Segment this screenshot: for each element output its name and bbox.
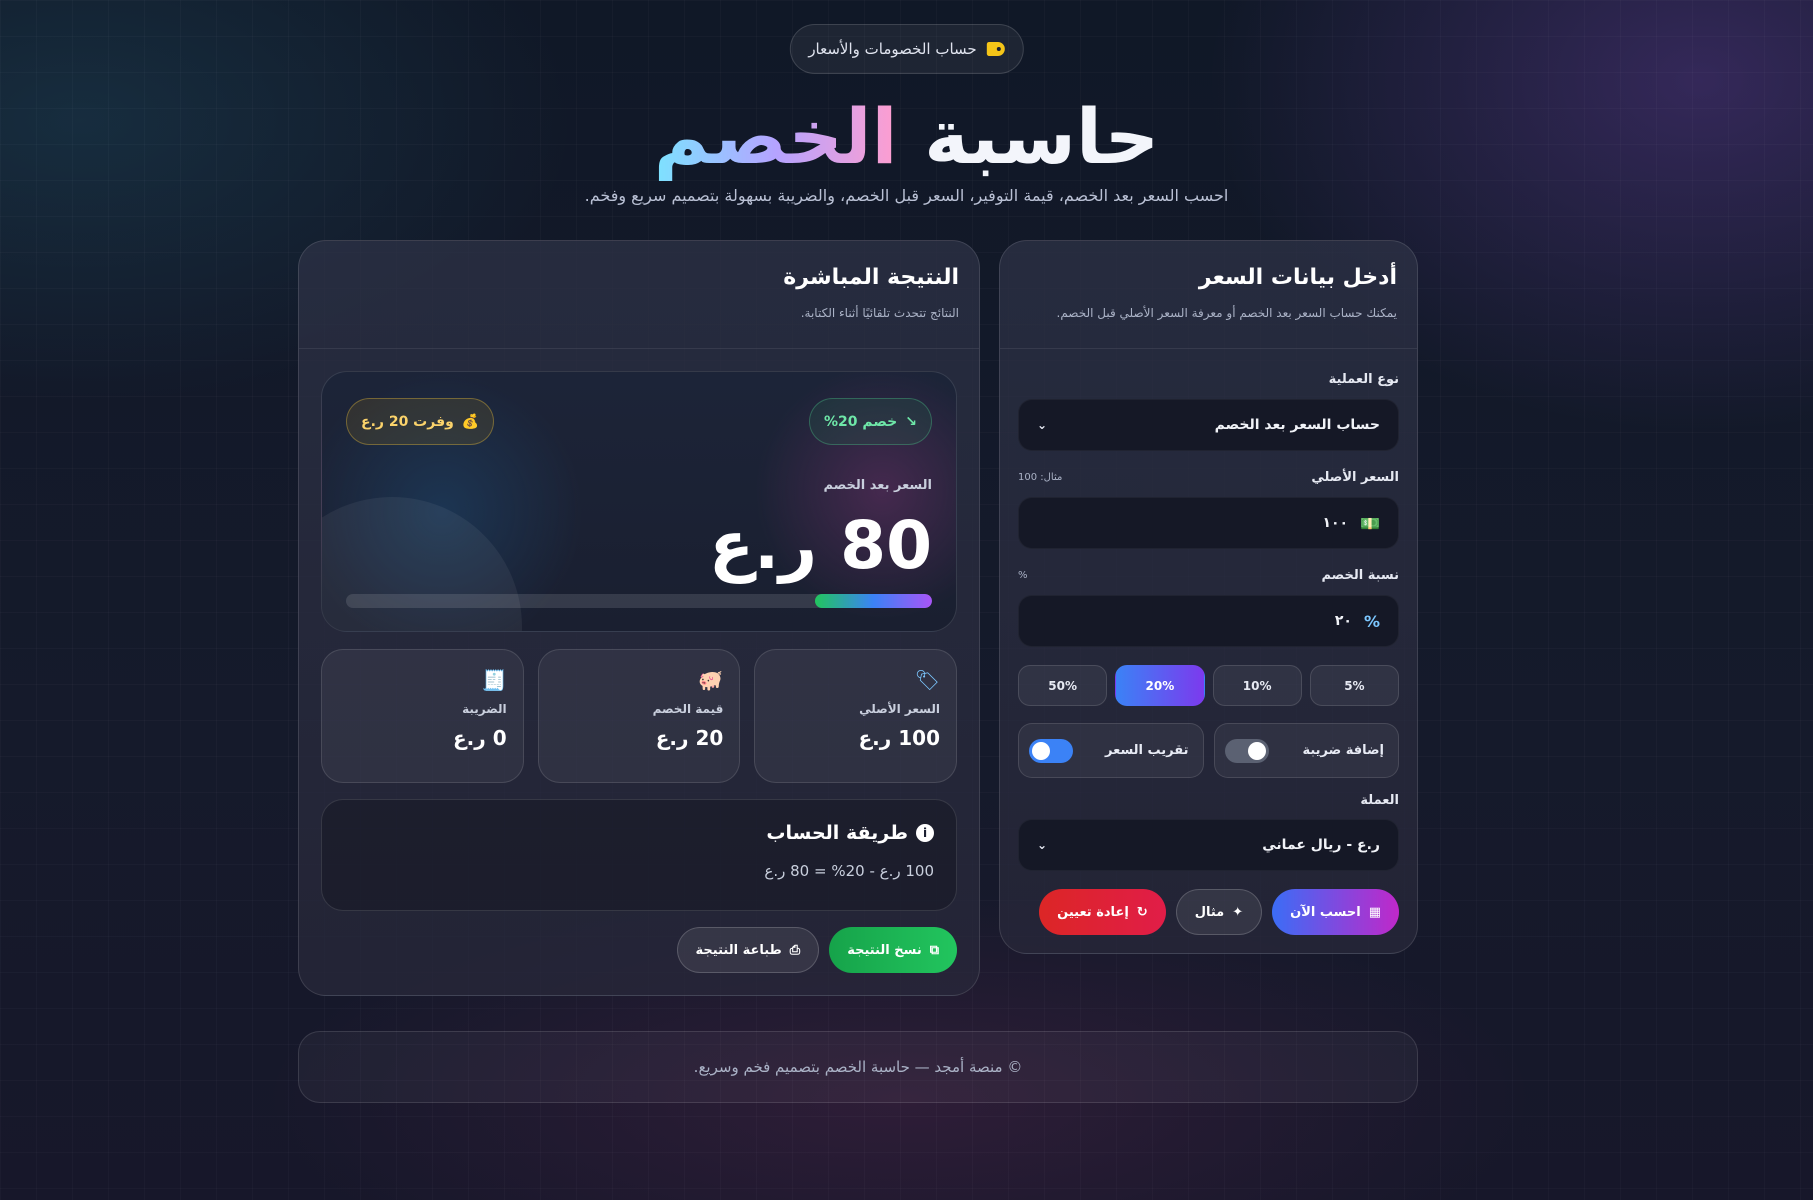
stat-value: 0 ر.ع [452, 726, 507, 750]
print-result-button[interactable]: ⎙ طباعة النتيجة [676, 927, 820, 973]
input-card-title: أدخل بيانات السعر [1198, 265, 1397, 290]
refresh-icon: ↻ [1136, 904, 1148, 920]
discount-chip-label: خصم 20% [824, 413, 898, 430]
page-subtitle: احسب السعر بعد الخصم، قيمة التوفير، السع… [584, 186, 1229, 205]
money-icon: 💵 [1360, 513, 1380, 533]
price-input-value: ١٠٠ [1322, 515, 1349, 531]
stat-tax: 🧾 الضريبة 0 ر.ع [320, 649, 524, 783]
saved-chip-label: وفرت 20 ر.ع [361, 413, 454, 430]
discount-label: نسبة الخصم [1321, 568, 1399, 583]
final-price-panel: ↘ خصم 20% 💰 وفرت 20 ر.ع السعر بعد الخصم … [321, 371, 957, 632]
piggy-bank-icon: 🐖 [698, 668, 724, 692]
round-toggle-switch[interactable] [1029, 738, 1073, 763]
magic-wand-icon: ✦ [1232, 904, 1244, 920]
input-card: أدخل بيانات السعر يمكنك حساب السعر بعد ا… [999, 240, 1418, 954]
tax-toggle-knob [1247, 741, 1266, 760]
copy-icon: ⧉ [929, 942, 939, 958]
print-result-label: طباعة النتيجة [695, 942, 782, 958]
calculator-icon: ▦ [1368, 904, 1381, 920]
stat-value: 20 ر.ع [655, 726, 724, 750]
decorative-blob [322, 497, 522, 631]
tax-toggle-switch[interactable] [1224, 738, 1269, 763]
price-label: السعر الأصلي [1311, 470, 1399, 485]
discount-progress-fill [814, 594, 932, 608]
method-title-label: طريقة الحساب [766, 822, 908, 844]
preset-5-button[interactable]: 5% [1309, 665, 1399, 706]
preset-10-button[interactable]: 10% [1212, 665, 1302, 706]
tax-toggle-box[interactable]: إضافة ضريبة [1213, 723, 1399, 778]
stat-original-price: 🏷 السعر الأصلي 100 ر.ع [754, 649, 957, 783]
calculate-button[interactable]: ▦ احسب الآن [1272, 889, 1399, 935]
saved-chip: 💰 وفرت 20 ر.ع [346, 398, 495, 445]
input-card-desc: يمكنك حساب السعر بعد الخصم أو معرفة السع… [1056, 306, 1398, 320]
currency-select-value: ر.ع - ريال عماني [1262, 837, 1380, 853]
operation-label: نوع العملية [1328, 372, 1399, 387]
footer: © منصة أمجد — حاسبة الخصم بتصميم فخم وسر… [298, 1031, 1418, 1103]
result-actions: ⧉ نسخ النتيجة ⎙ طباعة النتيجة [676, 927, 957, 973]
printer-icon: ⎙ [789, 942, 801, 958]
final-price-value: 80 ر.ع [709, 507, 933, 584]
input-card-header: أدخل بيانات السعر يمكنك حساب السعر بعد ا… [1000, 241, 1417, 349]
stat-label: قيمة الخصم [652, 702, 724, 716]
example-button-label: مثال [1194, 904, 1225, 920]
page-title-word2: الخصم [653, 92, 899, 181]
round-toggle-label: تقريب السعر [1105, 743, 1189, 758]
reset-button[interactable]: ↻ إعادة تعيين [1039, 889, 1166, 935]
method-formula: 100 ر.ع - 20% = 80 ر.ع [764, 862, 934, 880]
page-title-word1: حاسبة [924, 92, 1160, 181]
round-toggle-knob [1032, 741, 1050, 760]
operation-select-value: حساب السعر بعد الخصم [1214, 417, 1380, 433]
trend-down-icon: ↘ [905, 413, 917, 430]
chevron-down-icon: ⌄ [1037, 418, 1048, 432]
preset-20-button[interactable]: 20% [1115, 665, 1205, 706]
copy-result-button[interactable]: ⧉ نسخ النتيجة [829, 927, 957, 973]
final-price-label: السعر بعد الخصم [823, 478, 932, 493]
tag-icon: 🏷 [914, 668, 940, 692]
stat-label: السعر الأصلي [859, 702, 940, 716]
round-toggle-box[interactable]: تقريب السعر [1018, 723, 1204, 778]
stat-label: الضريبة [462, 702, 507, 716]
receipt-icon: 🧾 [481, 668, 507, 692]
price-hint: مثال: 100 [1018, 472, 1063, 483]
tax-toggle-label: إضافة ضريبة [1302, 743, 1384, 758]
discount-input-value: ٢٠ [1334, 613, 1352, 629]
preset-50-button[interactable]: 50% [1018, 665, 1108, 706]
discount-input[interactable]: % ٢٠ [1018, 595, 1399, 647]
discount-hint: % [1018, 570, 1028, 581]
method-title: i طريقة الحساب [344, 822, 934, 844]
result-card: النتيجة المباشرة النتائج تتحدث تلقائيًا … [298, 240, 980, 996]
discount-progress [346, 594, 932, 608]
toggle-row: إضافة ضريبة تقريب السعر [1018, 723, 1399, 778]
tag-icon [986, 42, 1005, 56]
stat-discount-amount: 🐖 قيمة الخصم 20 ر.ع [537, 649, 741, 783]
calculate-button-label: احسب الآن [1290, 904, 1361, 920]
result-card-title: النتيجة المباشرة [783, 265, 959, 290]
price-input[interactable]: 💵 ١٠٠ [1018, 497, 1399, 549]
page-title: حاسبة الخصم [0, 95, 1813, 179]
currency-label: العملة [1360, 793, 1399, 808]
reset-button-label: إعادة تعيين [1057, 904, 1129, 920]
operation-select[interactable]: حساب السعر بعد الخصم ⌄ [1018, 399, 1399, 451]
currency-select[interactable]: ر.ع - ريال عماني ⌄ [1018, 819, 1399, 871]
top-badge-label: حساب الخصومات والأسعار [808, 40, 977, 58]
result-card-desc: النتائج تتحدث تلقائيًا أثناء الكتابة. [800, 306, 959, 320]
preset-row: 5% 10% 20% 50% [1018, 665, 1399, 706]
money-bag-icon: 💰 [461, 413, 480, 430]
stats-row: 🏷 السعر الأصلي 100 ر.ع 🐖 قيمة الخصم 20 ر… [320, 649, 957, 783]
copy-result-label: نسخ النتيجة [847, 942, 922, 958]
result-card-header: النتيجة المباشرة النتائج تتحدث تلقائيًا … [299, 241, 979, 349]
percent-icon: % [1363, 611, 1380, 631]
stat-value: 100 ر.ع [858, 726, 941, 750]
top-badge: حساب الخصومات والأسعار [789, 24, 1024, 74]
calculation-method: i طريقة الحساب 100 ر.ع - 20% = 80 ر.ع [321, 799, 957, 911]
info-icon: i [916, 824, 934, 842]
example-button[interactable]: ✦ مثال [1175, 889, 1263, 935]
input-actions: ▦ احسب الآن ✦ مثال ↻ إعادة تعيين [1039, 889, 1399, 935]
chevron-down-icon: ⌄ [1037, 838, 1048, 852]
discount-chip: ↘ خصم 20% [809, 398, 932, 445]
